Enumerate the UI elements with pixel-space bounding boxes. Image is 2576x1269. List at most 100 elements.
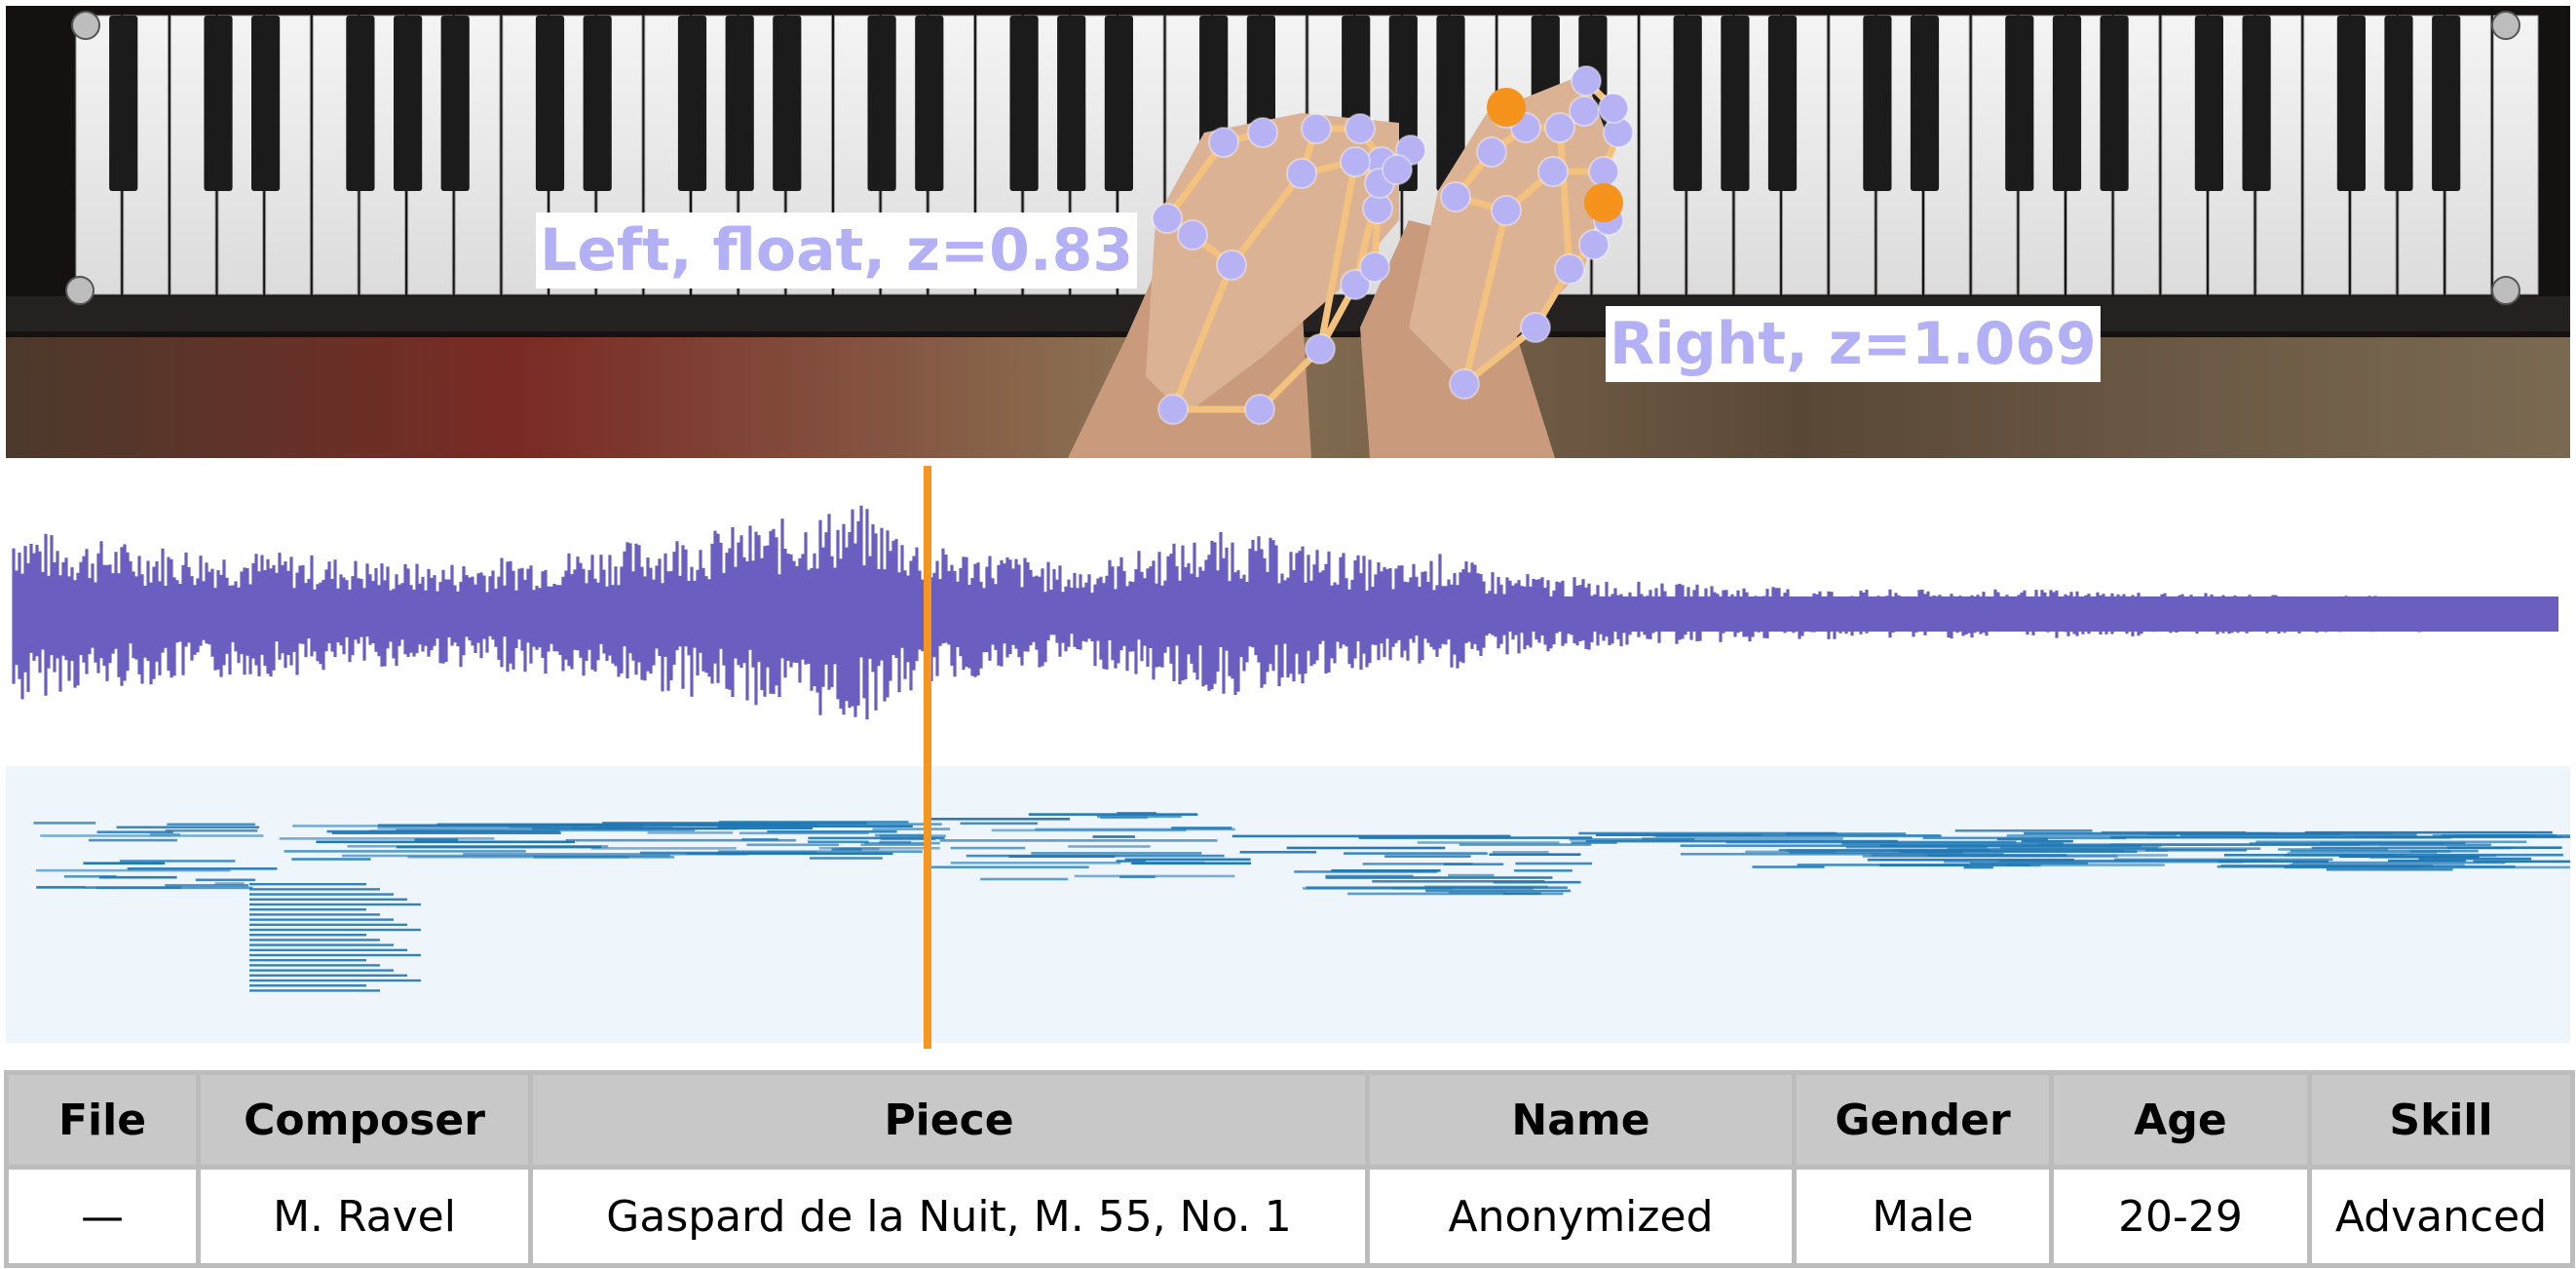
midi-note: [2220, 864, 2434, 867]
midi-note: [1392, 886, 1454, 890]
midi-note: [1239, 851, 1316, 854]
right-hand-landmark: [1537, 156, 1569, 187]
video-corner-handle-bottom-left[interactable]: [65, 276, 95, 305]
left-hand-landmark: [1305, 333, 1336, 365]
midi-note: [119, 860, 236, 863]
midi-note: [739, 831, 869, 835]
midi-note: [2435, 854, 2497, 858]
left-hand-landmark: [1345, 113, 1376, 144]
midi-note: [1893, 844, 2162, 848]
midi-note: [1074, 874, 1235, 878]
midi-note: [249, 893, 394, 896]
midi-note: [249, 953, 421, 957]
midi-note: [249, 964, 380, 967]
midi-note: [1493, 880, 1581, 884]
midi-note: [1092, 835, 1135, 838]
right-hand-landmark: [1598, 93, 1629, 124]
midi-note: [1325, 876, 1553, 879]
midi-note: [249, 898, 407, 901]
midi-note: [719, 823, 942, 826]
midi-note: [249, 948, 407, 951]
black-key: [2432, 16, 2461, 191]
header-piece: Piece: [528, 1070, 1370, 1170]
midi-note: [1097, 815, 1182, 819]
midi-note: [83, 862, 166, 865]
midi-note: [1514, 869, 1572, 872]
midi-note: [249, 923, 407, 926]
midi-note: [2326, 867, 2453, 871]
right-hand-label: Right, z=1.069: [1606, 306, 2101, 382]
midi-note: [2339, 855, 2406, 859]
midi-note: [249, 939, 380, 942]
header-composer: Composer: [196, 1070, 533, 1170]
black-key: [1721, 16, 1750, 191]
cell-age: 20-29: [2049, 1165, 2312, 1268]
black-key: [109, 16, 138, 191]
left-hand-landmark: [1177, 219, 1208, 250]
midi-note: [249, 913, 380, 916]
midi-note: [1502, 892, 1541, 895]
black-key: [2384, 16, 2413, 191]
midi-note: [249, 969, 394, 972]
midi-note: [1954, 829, 2093, 832]
midi-note: [1725, 840, 2017, 844]
left-hand-landmark: [1301, 113, 1332, 144]
left-hand-landmark: [1382, 154, 1413, 185]
midi-note: [1068, 845, 1151, 848]
midi-note: [249, 903, 421, 906]
midi-note: [249, 959, 366, 962]
black-key: [2194, 16, 2223, 191]
video-corner-handle-top-left[interactable]: [71, 11, 100, 40]
video-canvas: [6, 6, 2570, 458]
midi-note: [2442, 834, 2536, 837]
black-key: [867, 16, 896, 191]
video-corner-handle-top-right[interactable]: [2491, 11, 2520, 40]
right-hand-landmark: [1588, 156, 1619, 187]
midi-note: [279, 837, 495, 840]
midi-note: [1145, 861, 1205, 865]
recording-metadata-table: File Composer Piece Name Gender Age Skil…: [4, 1070, 2575, 1268]
midi-note: [249, 883, 366, 886]
midi-note: [1578, 831, 1837, 835]
midi-note: [165, 829, 258, 832]
black-key: [773, 16, 802, 191]
midi-note: [2292, 861, 2506, 865]
midi-note: [167, 823, 255, 827]
black-key: [1673, 16, 1702, 191]
cell-name: Anonymized: [1365, 1165, 1797, 1268]
midi-note: [214, 882, 245, 885]
midi-note: [291, 858, 371, 861]
midi-note: [1492, 851, 1549, 854]
midi-note: [249, 928, 421, 932]
black-key: [251, 16, 281, 191]
midi-note: [377, 824, 626, 827]
cell-piece: Gaspard de la Nuit, M. 55, No. 1: [528, 1165, 1370, 1268]
midi-note: [342, 854, 670, 858]
black-key: [2052, 16, 2082, 191]
midi-note: [1871, 854, 2168, 857]
midi-note: [1642, 837, 1843, 840]
midi-note: [116, 826, 260, 829]
midi-note: [924, 818, 1071, 821]
midi-note: [249, 888, 380, 891]
video-corner-handle-bottom-right[interactable]: [2491, 276, 2520, 305]
midi-note: [810, 857, 883, 860]
midi-note: [639, 851, 817, 855]
midi-note: [590, 847, 737, 850]
midi-note: [1448, 891, 1506, 895]
midi-note: [1789, 851, 1963, 854]
black-key: [1009, 16, 1039, 191]
midi-note: [249, 989, 380, 992]
header-file: File: [4, 1070, 201, 1170]
left-hand-landmark: [1152, 203, 1183, 234]
playhead-cursor[interactable]: [924, 466, 931, 1049]
piano-video-frame: Left, float, z=0.83 Right, z=1.069: [6, 6, 2570, 458]
midi-note: [746, 843, 839, 847]
right-hand-landmark: [1491, 195, 1522, 226]
black-key: [2005, 16, 2034, 191]
black-key: [2242, 16, 2271, 191]
table-header-row: File Composer Piece Name Gender Age Skil…: [4, 1070, 2575, 1170]
left-hand-landmark: [1157, 394, 1189, 425]
header-age: Age: [2049, 1070, 2312, 1170]
black-key: [1767, 16, 1798, 191]
